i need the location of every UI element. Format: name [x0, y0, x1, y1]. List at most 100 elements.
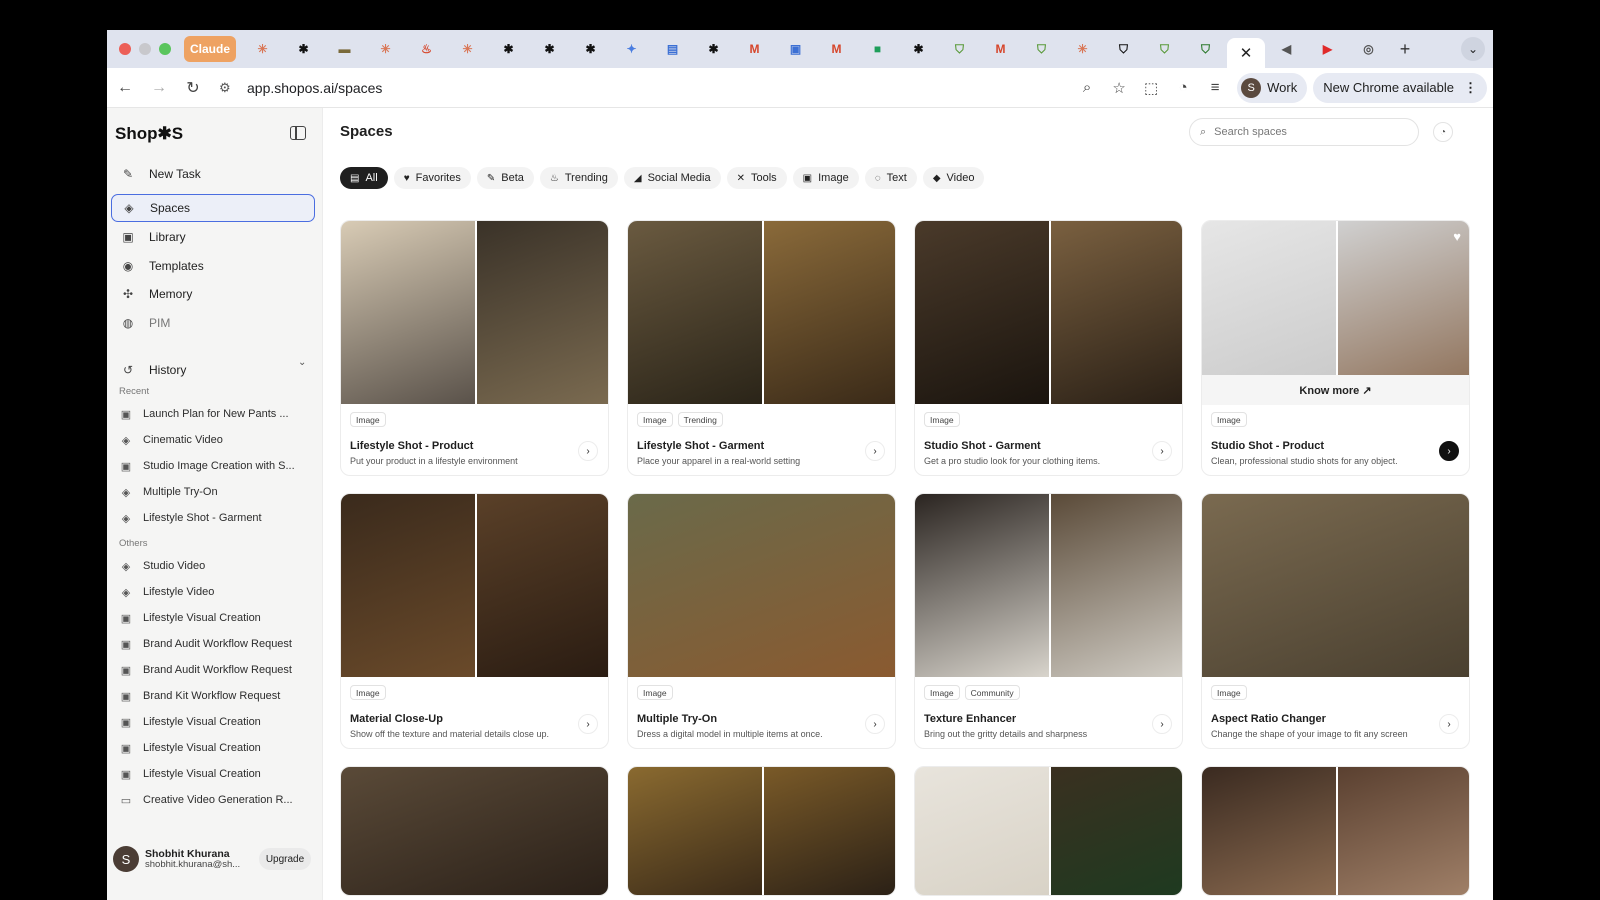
- browser-tab[interactable]: ◎: [1349, 36, 1388, 62]
- collapse-sidebar-icon[interactable]: [290, 126, 306, 140]
- know-more-link[interactable]: Know more ↗: [1202, 375, 1469, 405]
- open-arrow-icon[interactable]: ›: [1152, 441, 1172, 461]
- sidebar-item-spaces[interactable]: ◈ Spaces: [111, 194, 315, 222]
- history-item[interactable]: ▣ Lifestyle Visual Creation: [119, 764, 309, 784]
- upgrade-button[interactable]: Upgrade: [259, 848, 311, 870]
- browser-tab[interactable]: ✦: [612, 36, 651, 62]
- filter-chip-social-media[interactable]: ◢ Social Media: [623, 167, 721, 189]
- browser-tab[interactable]: ▶: [1308, 36, 1347, 62]
- browser-tab[interactable]: ▤: [653, 36, 692, 62]
- open-arrow-icon[interactable]: ›: [578, 441, 598, 461]
- browser-tab[interactable]: ◀: [1267, 36, 1306, 62]
- browser-tab[interactable]: ✱: [530, 36, 569, 62]
- filter-chip-favorites[interactable]: ♥ Favorites: [393, 167, 471, 189]
- history-item[interactable]: ▭ Creative Video Generation R...: [119, 790, 309, 810]
- filter-chip-trending[interactable]: ♨ Trending: [539, 167, 618, 189]
- filter-chip-image[interactable]: ▣ Image: [792, 167, 859, 189]
- browser-tab[interactable]: ✱: [899, 36, 938, 62]
- sidebar-item-pim[interactable]: ◍ PIM: [111, 309, 315, 337]
- browser-tab[interactable]: ✱: [489, 36, 528, 62]
- space-card[interactable]: [340, 766, 609, 896]
- filter-chip-video[interactable]: ◆ Video: [922, 167, 985, 189]
- app-logo[interactable]: Shop✱S: [115, 124, 183, 144]
- browser-tab[interactable]: ⛉: [1145, 36, 1184, 62]
- space-card[interactable]: [1201, 766, 1470, 896]
- history-item[interactable]: ▣ Studio Image Creation with S...: [119, 456, 309, 476]
- extensions-icon[interactable]: ⬚: [1135, 72, 1167, 104]
- reload-button[interactable]: ↻: [177, 72, 209, 104]
- open-arrow-icon[interactable]: ›: [578, 714, 598, 734]
- notification-bell-icon[interactable]: ◔: [1433, 122, 1453, 142]
- browser-tab[interactable]: ⛉: [1022, 36, 1061, 62]
- filter-chip-beta[interactable]: ✎ Beta: [476, 167, 534, 189]
- open-arrow-icon[interactable]: ›: [1439, 441, 1459, 461]
- history-item[interactable]: ▣ Brand Audit Workflow Request: [119, 634, 309, 654]
- browser-tab[interactable]: ✳: [1063, 36, 1102, 62]
- filter-chip-tools[interactable]: ✕ Tools: [726, 167, 787, 189]
- heart-icon[interactable]: ♥: [1453, 229, 1461, 244]
- browser-tab[interactable]: ✳: [366, 36, 405, 62]
- browser-tab[interactable]: M: [817, 36, 856, 62]
- new-tab-button[interactable]: +: [1390, 36, 1420, 62]
- active-tab[interactable]: ✕: [1227, 38, 1265, 68]
- history-toggle[interactable]: ↺ History: [111, 356, 315, 384]
- history-item[interactable]: ▣ Lifestyle Visual Creation: [119, 608, 309, 628]
- sidebar-item-templates[interactable]: ◉ Templates: [111, 252, 315, 280]
- close-icon[interactable]: ✕: [1240, 44, 1253, 62]
- browser-tab[interactable]: M: [735, 36, 774, 62]
- history-item[interactable]: ◈ Lifestyle Shot - Garment: [119, 508, 309, 528]
- history-item[interactable]: ▣ Lifestyle Visual Creation: [119, 712, 309, 732]
- media-controls-icon[interactable]: ≡: [1199, 72, 1231, 104]
- open-arrow-icon[interactable]: ›: [1439, 714, 1459, 734]
- menu-dots-icon[interactable]: ⋮: [1464, 80, 1477, 96]
- zoom-icon[interactable]: ⌕: [1071, 72, 1103, 104]
- history-item[interactable]: ◈ Cinematic Video: [119, 430, 309, 450]
- browser-tab[interactable]: ♨: [407, 36, 446, 62]
- browser-tab[interactable]: ✱: [571, 36, 610, 62]
- browser-tab[interactable]: ✱: [694, 36, 733, 62]
- history-item[interactable]: ▣ Brand Kit Workflow Request: [119, 686, 309, 706]
- back-button[interactable]: ←: [109, 72, 141, 104]
- tab-search-button[interactable]: ⌄: [1461, 37, 1485, 61]
- browser-tab[interactable]: ⛉: [1186, 36, 1225, 62]
- space-card[interactable]: Image Trending Lifestyle Shot - Garment Pla…: [627, 220, 896, 476]
- space-card[interactable]: [627, 766, 896, 896]
- chrome-update-button[interactable]: New Chrome available ⋮: [1313, 72, 1487, 103]
- minimize-window-button[interactable]: [139, 43, 151, 55]
- browser-tab[interactable]: ✱: [284, 36, 323, 62]
- browser-tab[interactable]: ⛉: [1104, 36, 1143, 62]
- sidebar-item-new-task[interactable]: ✎ New Task: [111, 160, 315, 188]
- open-arrow-icon[interactable]: ›: [865, 714, 885, 734]
- sidebar-item-memory[interactable]: ✣ Memory: [111, 280, 315, 308]
- open-arrow-icon[interactable]: ›: [865, 441, 885, 461]
- space-card[interactable]: Image Lifestyle Shot - Product Put your pr…: [340, 220, 609, 476]
- browser-tab[interactable]: ⛉: [940, 36, 979, 62]
- browser-tab[interactable]: ▣: [776, 36, 815, 62]
- address-bar[interactable]: ⚙ app.shopos.ai/spaces: [219, 72, 1071, 104]
- browser-tab[interactable]: ■: [858, 36, 897, 62]
- history-item[interactable]: ▣ Lifestyle Visual Creation: [119, 738, 309, 758]
- performance-icon[interactable]: ◔: [1167, 72, 1199, 104]
- history-item[interactable]: ▣ Brand Audit Workflow Request: [119, 660, 309, 680]
- history-item[interactable]: ◈ Lifestyle Video: [119, 582, 309, 602]
- site-settings-icon[interactable]: ⚙: [219, 80, 241, 96]
- browser-tab[interactable]: ✳: [243, 36, 282, 62]
- close-window-button[interactable]: [119, 43, 131, 55]
- bookmark-star-icon[interactable]: ☆: [1103, 72, 1135, 104]
- open-arrow-icon[interactable]: ›: [1152, 714, 1172, 734]
- history-item[interactable]: ◈ Studio Video: [119, 556, 309, 576]
- space-card[interactable]: Image Studio Shot - Garment Get a pro stud…: [914, 220, 1183, 476]
- url-text[interactable]: app.shopos.ai/spaces: [247, 80, 382, 96]
- browser-tab[interactable]: M: [981, 36, 1020, 62]
- browser-tab[interactable]: ✳: [448, 36, 487, 62]
- maximize-window-button[interactable]: [159, 43, 171, 55]
- forward-button[interactable]: →: [143, 72, 175, 104]
- space-card[interactable]: Image Community Texture Enhancer Bring out …: [914, 493, 1183, 749]
- history-item[interactable]: ▣ Launch Plan for New Pants ...: [119, 404, 309, 424]
- filter-chip-all[interactable]: ▤ All: [340, 167, 388, 189]
- chevron-down-icon[interactable]: ⌄: [298, 357, 306, 368]
- sidebar-item-library[interactable]: ▣ Library: [111, 223, 315, 251]
- tab-claude[interactable]: Claude: [184, 36, 236, 62]
- search-input[interactable]: ⌕ Search spaces: [1189, 118, 1419, 146]
- space-card[interactable]: Image Material Close-Up Show off the textu…: [340, 493, 609, 749]
